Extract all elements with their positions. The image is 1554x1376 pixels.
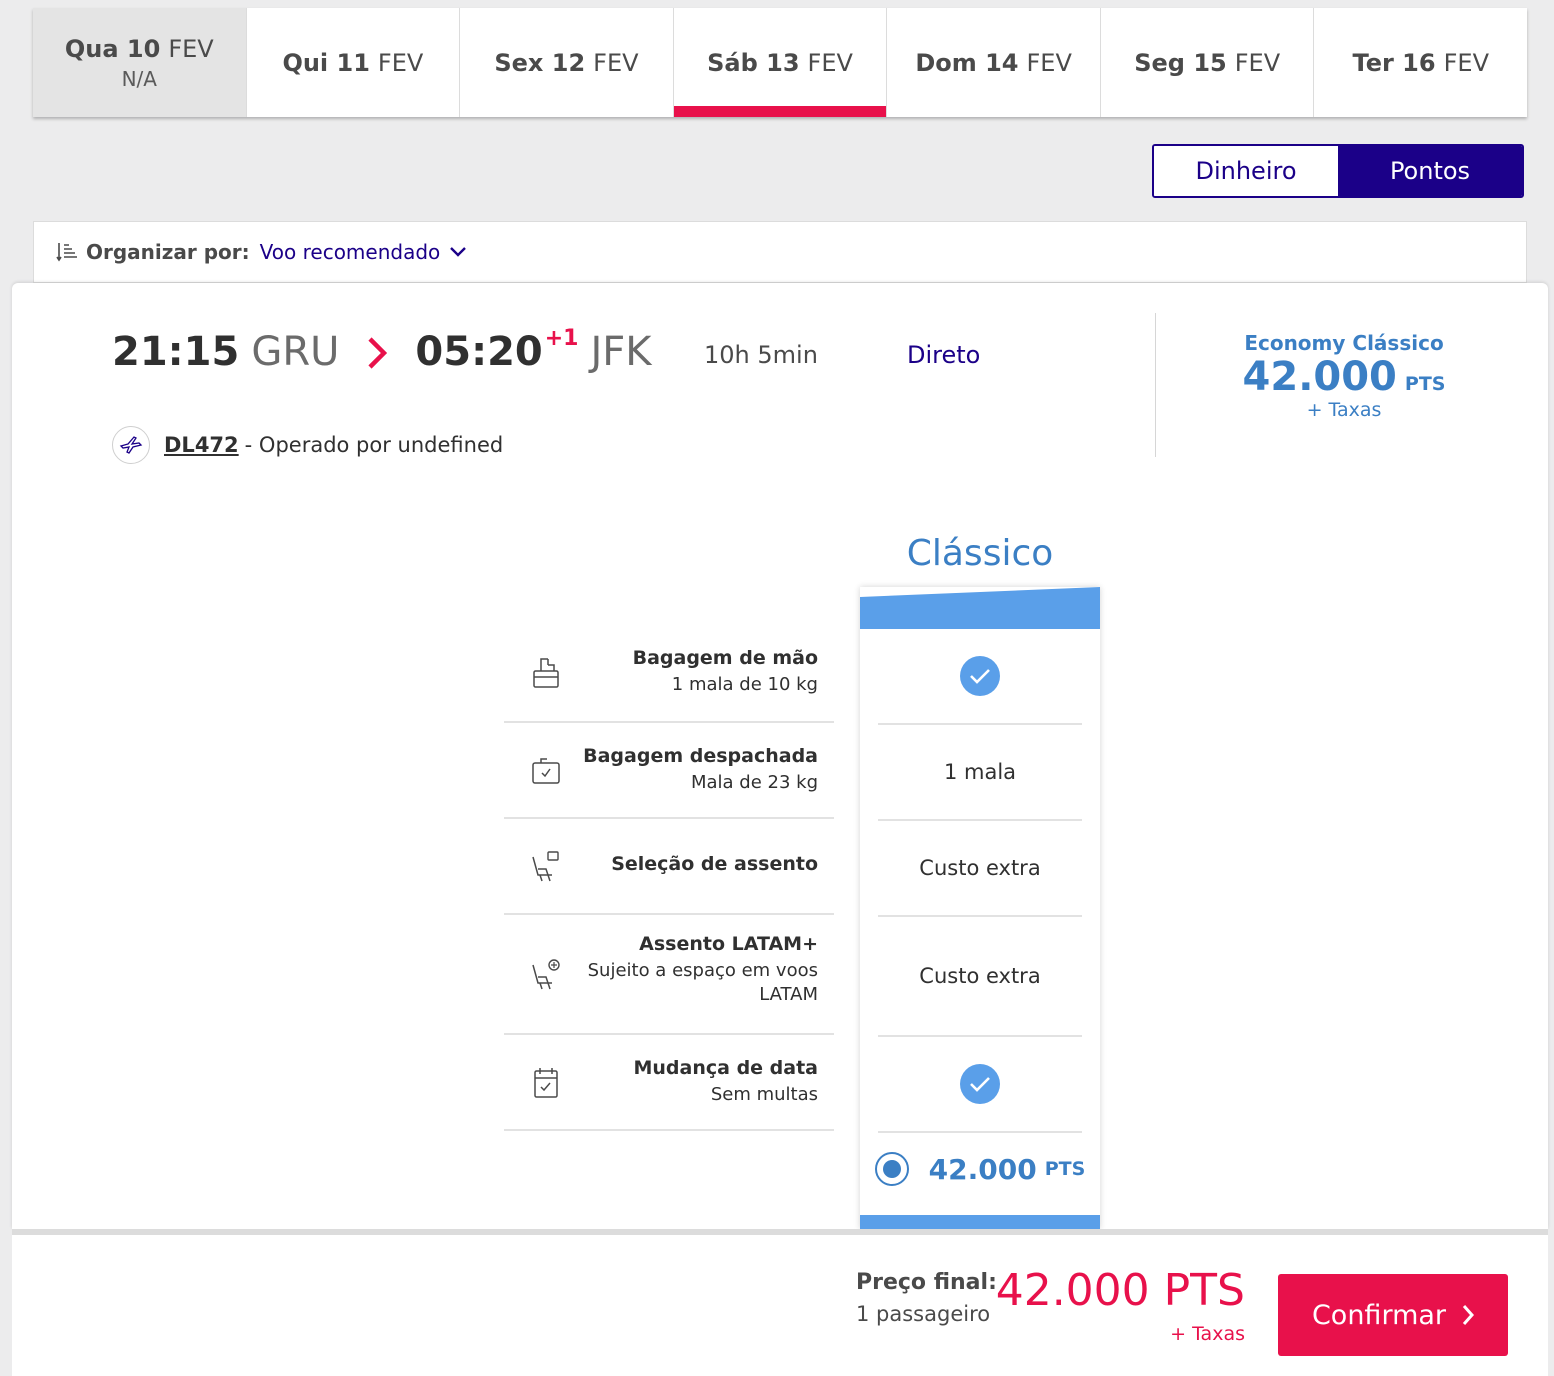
fare-title: Clássico [906,533,1054,574]
date-tab-seg-15[interactable]: Seg 15 FEV [1101,8,1315,117]
flight-info: DL472 - Operado por undefined [112,426,503,464]
chevron-right-icon [1462,1305,1475,1325]
benefit-title: Assento LATAM+ [639,933,818,955]
fare-column-header [860,587,1100,629]
benefit-row: Mudança de data Sem multas [504,1035,834,1131]
sort-icon [56,243,77,262]
stops-link[interactable]: Direto [907,341,980,369]
benefit-row: Bagagem despachada Mala de 23 kg [504,723,834,819]
flight-number-link[interactable]: DL472 [164,433,239,457]
points-button[interactable]: Pontos [1338,146,1522,196]
arrival-airport: JFK [590,329,652,375]
benefit-description: Sem multas [710,1084,818,1105]
cash-button[interactable]: Dinheiro [1154,146,1338,196]
final-price: 42.000 PTS [995,1265,1245,1316]
fare-cell-checked-bag: 1 mala [878,725,1082,821]
benefit-description: Sujeito a espaço em voos LATAM [587,960,818,1005]
date-tab-qua-10: Qua 10 FEV N/A [33,8,247,117]
check-icon [960,1064,1000,1104]
benefit-row: Assento LATAM+ Sujeito a espaço em voos … [504,915,834,1035]
benefit-description: 1 mala de 10 kg [671,674,818,695]
flight-duration: 10h 5min [704,341,818,369]
chevron-right-icon [368,337,388,369]
date-tab-month: FEV [168,34,214,63]
carry-on-bag-icon [533,658,559,688]
airline-logo [112,426,150,464]
date-tab-day: Qua 10 [64,34,161,63]
date-selector: Qua 10 FEV N/A Qui 11 FEV Sex 12 FEV Sáb 13… [33,8,1527,117]
chevron-down-icon [450,247,467,257]
seat-icon [532,851,559,882]
fare-cell-date-change [878,1037,1082,1133]
operated-by: - Operado por undefined [244,433,504,457]
fare-column-footer [860,1215,1100,1229]
sort-value: Voo recomendado [259,240,441,264]
fare-price-unit: PTS [1044,1158,1086,1180]
date-tab-month: FEV [1234,48,1281,77]
sort-bar: Organizar por: Voo recomendado [33,221,1527,283]
sort-dropdown[interactable]: Voo recomendado [260,240,467,264]
check-icon [960,656,1000,696]
benefit-description: Mala de 23 kg [690,772,818,793]
arrival-day-offset: +1 [544,326,579,351]
fare-summary-name: Economy Clássico [1244,331,1444,355]
card-divider [1155,313,1156,457]
date-tab-month: FEV [377,48,424,77]
date-tab-month: FEV [807,48,853,77]
confirm-button[interactable]: Confirmar [1278,1274,1508,1356]
date-tab-month: FEV [1026,48,1072,77]
date-tab-day: Qui 11 [282,48,370,77]
benefit-row: Seleção de assento [504,819,834,915]
departure-airport: GRU [251,329,340,375]
date-tab-month: FEV [593,48,639,77]
calendar-icon [534,1068,558,1098]
fare-cell-carry-on [878,629,1082,725]
flight-times: 21:15 GRU 05:20 +1 JFK [112,326,652,375]
benefit-title: Seleção de assento [611,853,818,875]
date-tab-day: Ter 16 [1352,48,1436,77]
departure-time: 21:15 [112,329,240,375]
date-tab-dom-14[interactable]: Dom 14 FEV [887,8,1101,117]
passenger-count: 1 passageiro [856,1302,991,1326]
benefit-title: Bagagem de mão [632,647,818,669]
date-tab-day: Sáb 13 [707,48,800,77]
benefit-title: Mudança de data [633,1057,818,1079]
fare-column-classico[interactable]: 1 mala Custo extra Custo extra 42.000 PT… [860,587,1100,1229]
fare-select-radio[interactable]: 42.000 PTS [860,1137,1100,1201]
fare-cell-seat-selection: Custo extra [878,821,1082,917]
currency-toggle: Dinheiro Pontos [1152,144,1524,198]
sort-label: Organizar por: [86,240,250,264]
fare-summary-taxes: + Taxas [1306,399,1382,421]
price-footer: Preço final: 1 passageiro 42.000 PTS + T… [12,1235,1548,1376]
fare-cell-latam-plus-seat: Custo extra [878,917,1082,1037]
fare-summary-unit: PTS [1404,373,1446,395]
date-tab-status: N/A [121,66,157,91]
date-tab-qui-11[interactable]: Qui 11 FEV [247,8,461,117]
date-tab-day: Seg 15 [1134,48,1227,77]
confirm-label: Confirmar [1311,1299,1447,1331]
final-price-label: Preço final: [856,1270,997,1295]
fare-price-amount: 42.000 [928,1152,1037,1186]
date-tab-day: Sex 12 [494,48,586,77]
final-price-taxes: + Taxas [1170,1323,1245,1345]
date-tab-day: Dom 14 [915,48,1019,77]
checked-bag-icon [532,758,560,784]
benefit-title: Bagagem despachada [583,745,818,767]
fare-summary[interactable]: Economy Clássico 42.000 PTS + Taxas [1180,331,1508,421]
date-tab-month: FEV [1443,48,1489,77]
benefit-row: Bagagem de mão 1 mala de 10 kg [504,625,834,723]
date-tab-sex-12[interactable]: Sex 12 FEV [460,8,674,117]
date-tab-ter-16[interactable]: Ter 16 FEV [1314,8,1527,117]
flight-card: 21:15 GRU 05:20 +1 JFK 10h 5min Direto D… [12,283,1548,1229]
plane-icon [119,436,143,454]
radio-button[interactable] [874,1152,909,1186]
arrival-time: 05:20 [415,329,543,375]
fare-summary-amount: 42.000 [1242,354,1397,400]
date-tab-sab-13[interactable]: Sáb 13 FEV [673,8,888,117]
